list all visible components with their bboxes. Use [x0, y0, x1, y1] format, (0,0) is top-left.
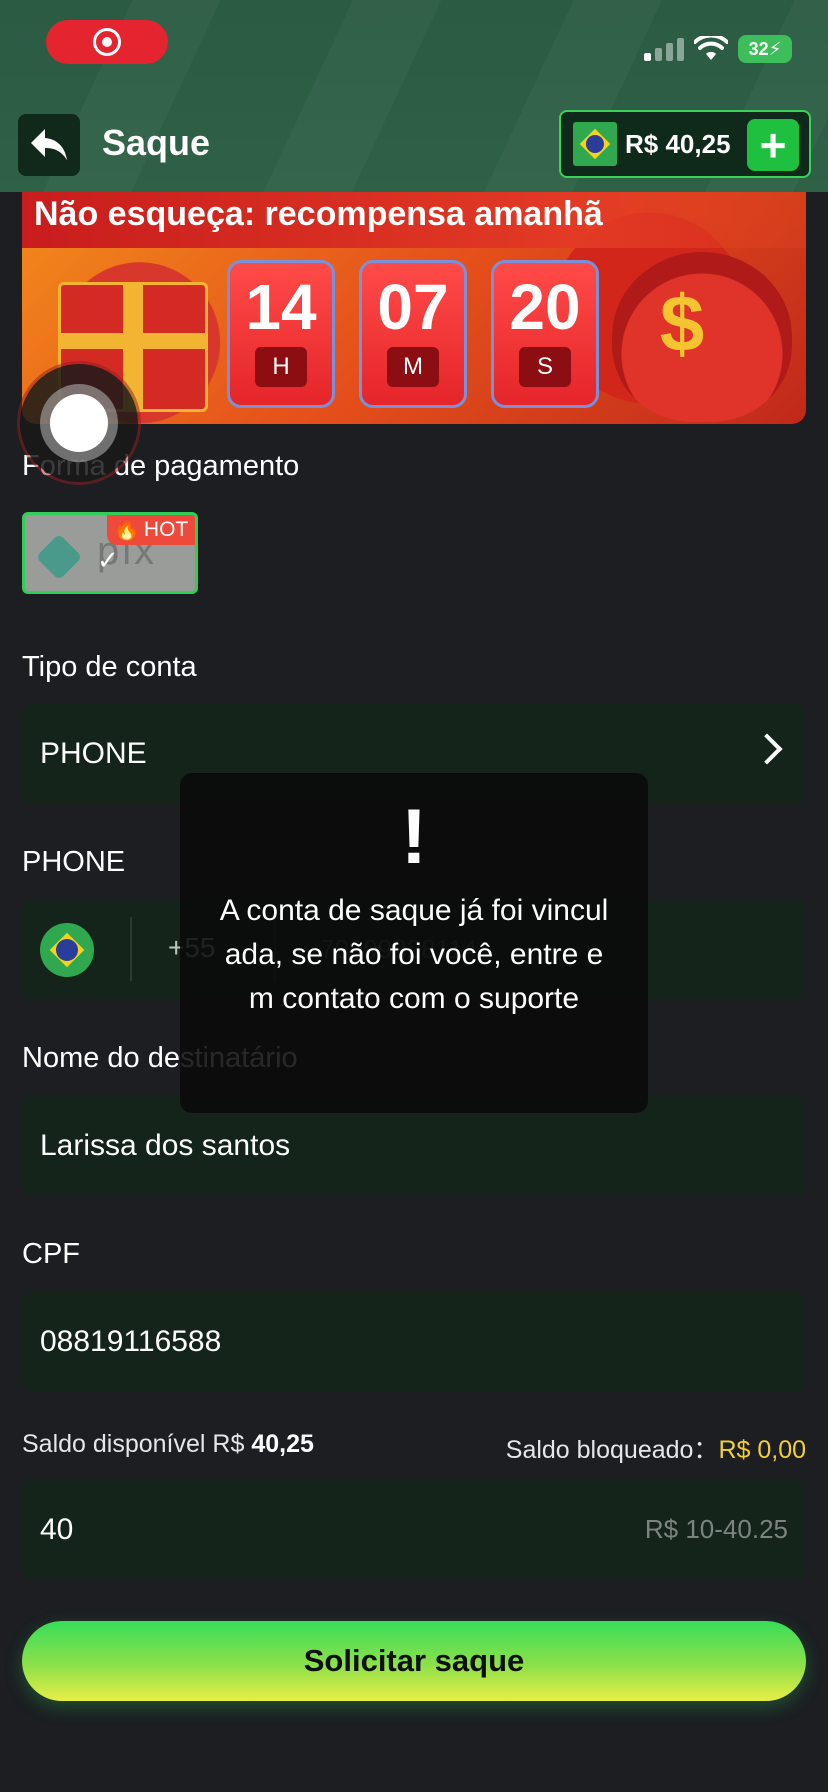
timer-unit: S	[519, 347, 571, 387]
assistive-touch-button[interactable]	[20, 364, 138, 482]
cpf-label: CPF	[22, 1238, 80, 1270]
pix-payment-option[interactable]: pix ✓ 🔥 HOT	[22, 512, 198, 594]
amount-input[interactable]: 40 R$ 10-40.25	[22, 1480, 806, 1580]
amount-range-hint: R$ 10-40.25	[644, 1514, 788, 1544]
recipient-name-value: Larissa dos santos	[40, 1129, 291, 1162]
battery-icon: 32 ⚡	[738, 35, 792, 63]
exclamation-icon: !	[401, 792, 427, 880]
balance-widget[interactable]: R$ 40,25 +	[559, 110, 811, 178]
account-type-value: PHONE	[40, 737, 147, 770]
divider	[130, 917, 132, 981]
deposit-plus-button[interactable]: +	[747, 119, 799, 171]
page-title: Saque	[102, 122, 211, 163]
available-balance-value: 40,25	[251, 1430, 314, 1458]
timer-minutes: 07 M	[359, 260, 467, 408]
timer-unit: M	[387, 347, 439, 387]
hot-badge-label: HOT	[143, 518, 189, 541]
checkmark-icon: ✓	[97, 545, 119, 575]
timer-value: 07	[377, 271, 449, 343]
available-balance-label: Saldo disponível R$	[22, 1430, 252, 1458]
blocked-balance-label: Saldo bloqueado：	[505, 1436, 719, 1464]
phone-label: PHONE	[22, 846, 126, 878]
screen-record-indicator[interactable]	[46, 20, 168, 64]
record-icon	[93, 28, 121, 56]
wifi-icon	[694, 36, 728, 60]
account-type-label: Tipo de conta	[22, 651, 197, 683]
dollar-sign-icon: $	[659, 279, 705, 368]
back-arrow-icon	[31, 129, 67, 160]
timer-hours: 14 H	[227, 260, 335, 408]
back-button[interactable]	[18, 114, 80, 176]
timer-value: 14	[245, 271, 317, 343]
timer-unit: H	[255, 347, 307, 387]
battery-level: 32	[748, 38, 769, 59]
timer-seconds: 20 S	[491, 260, 599, 408]
hot-badge: 🔥 HOT	[107, 515, 195, 545]
flame-icon: 🔥	[113, 518, 140, 541]
toast-message: A conta de saque já foi vinculada, se nã…	[219, 894, 609, 1015]
status-bar-icons: 32 ⚡	[644, 34, 792, 64]
available-balance: Saldo disponível R$ 40,25	[22, 1430, 314, 1459]
pix-logo-icon	[35, 533, 83, 581]
submit-withdraw-button[interactable]: Solicitar saque	[22, 1621, 806, 1701]
banner-title: Não esqueça: recompensa amanhã	[22, 192, 806, 248]
timer-value: 20	[509, 271, 581, 343]
cellular-signal-icon	[644, 37, 684, 61]
cpf-value: 08819116588	[40, 1325, 222, 1358]
cpf-input[interactable]: 08819116588	[22, 1292, 806, 1392]
reward-banner[interactable]: Não esqueça: recompensa amanhã $ 14 H 07…	[22, 192, 806, 424]
balance-amount: R$ 40,25	[625, 128, 731, 159]
brazil-flag-icon	[40, 923, 94, 977]
blocked-balance-value: R$ 0,00	[718, 1436, 806, 1464]
chevron-right-icon	[751, 733, 783, 765]
error-toast: ! A conta de saque já foi vinculada, se …	[180, 773, 648, 1113]
amount-value: 40	[40, 1513, 74, 1546]
blocked-balance: Saldo bloqueado：R$ 0,00	[506, 1430, 806, 1466]
brazil-flag-icon	[573, 122, 617, 166]
